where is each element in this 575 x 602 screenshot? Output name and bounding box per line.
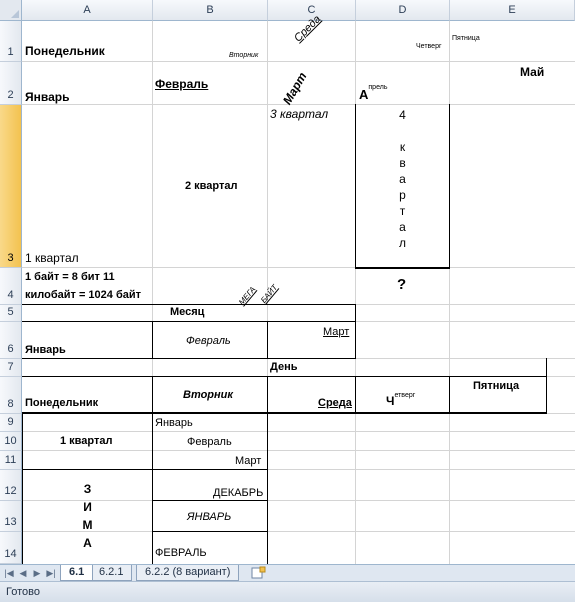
first-sheet-icon[interactable]: |◀ bbox=[3, 567, 15, 579]
next-sheet-icon[interactable]: ▶ bbox=[31, 567, 43, 579]
sheet-tab-6-2-1[interactable]: 6.2.1 bbox=[90, 565, 133, 581]
column-header-b[interactable]: B bbox=[153, 0, 268, 21]
row-header-12[interactable]: 12 bbox=[0, 470, 22, 501]
zima-letter: М bbox=[82, 518, 93, 532]
select-all-corner[interactable] bbox=[0, 0, 22, 21]
cell-b6[interactable]: Февраль bbox=[186, 335, 231, 347]
row-header-6[interactable]: 6 bbox=[0, 322, 22, 359]
zima-letter: З bbox=[83, 482, 92, 496]
cell-a8[interactable]: Понедельник bbox=[25, 397, 98, 409]
cell-d8-rest: етверг bbox=[394, 392, 416, 399]
cell-c2[interactable]: Март bbox=[280, 70, 310, 107]
row-header-4[interactable]: 4 bbox=[0, 268, 22, 305]
cell-a7-merged[interactable]: День bbox=[270, 361, 298, 373]
cell-c4-bait[interactable]: БАЙТ bbox=[259, 283, 279, 305]
cell-b9[interactable]: Январь bbox=[155, 417, 193, 429]
column-header-e[interactable]: E bbox=[450, 0, 575, 21]
cell-e2[interactable]: Май bbox=[520, 65, 544, 79]
cell-d3-letter: л bbox=[398, 236, 406, 250]
column-header-d[interactable]: D bbox=[356, 0, 450, 21]
cell-a1[interactable]: Понедельник bbox=[25, 44, 105, 58]
cell-b3[interactable]: 2 квартал bbox=[185, 180, 237, 192]
cell-e1[interactable]: Пятница bbox=[452, 35, 480, 42]
cell-a12-merged[interactable]: З И М А bbox=[23, 480, 152, 552]
cell-d3-letter: а bbox=[399, 172, 406, 186]
cell-d8[interactable]: Четверг bbox=[386, 392, 416, 408]
row-header-14[interactable]: 14 bbox=[0, 532, 22, 564]
sheet-tab-bar: |◀ ◀ ▶ ▶| 6.1 6.2.1 6.2.2 (8 вариант) bbox=[0, 564, 575, 581]
sheet-tab-6-2-2[interactable]: 6.2.2 (8 вариант) bbox=[136, 565, 240, 581]
cell-d3[interactable]: 4 к в а р т а л bbox=[356, 107, 449, 251]
cell-c6[interactable]: Март bbox=[323, 326, 349, 338]
cell-b2[interactable]: Февраль bbox=[155, 77, 208, 91]
row-header-2[interactable]: 2 bbox=[0, 62, 22, 105]
row-header-1[interactable]: 1 bbox=[0, 21, 22, 62]
cell-d3-letter: к bbox=[399, 140, 406, 154]
cell-c8[interactable]: Среда bbox=[318, 397, 352, 409]
cell-a2[interactable]: Январь bbox=[25, 90, 69, 104]
cell-d3-letter: а bbox=[399, 220, 406, 234]
cell-b11[interactable]: Март bbox=[235, 455, 261, 467]
row-header-3[interactable]: 3 bbox=[0, 105, 22, 268]
last-sheet-icon[interactable]: ▶| bbox=[45, 567, 57, 579]
zima-letter: И bbox=[83, 500, 92, 514]
cell-c3[interactable]: 3 квартал bbox=[270, 107, 328, 121]
cell-d2-rest: прель bbox=[368, 84, 388, 91]
prev-sheet-icon[interactable]: ◀ bbox=[17, 567, 29, 579]
cell-b14[interactable]: ФЕВРАЛЬ bbox=[155, 547, 207, 559]
cell-e8[interactable]: Пятница bbox=[473, 380, 519, 392]
cell-a9-merged[interactable]: 1 квартал bbox=[60, 435, 112, 447]
status-bar: Готово bbox=[0, 581, 575, 602]
cell-d3-letter: т bbox=[399, 204, 406, 218]
cell-a4-line1[interactable]: 1 байт = 8 бит 11 bbox=[25, 271, 115, 283]
cell-d3-letter: в bbox=[399, 156, 406, 170]
status-text: Готово bbox=[6, 586, 40, 598]
row-header-13[interactable]: 13 bbox=[0, 501, 22, 532]
cell-a3[interactable]: 1 квартал bbox=[25, 251, 79, 265]
cell-b8[interactable]: Вторник bbox=[183, 389, 233, 401]
row-header-9[interactable]: 9 bbox=[0, 414, 22, 432]
cell-d3-letter: р bbox=[399, 188, 406, 202]
cell-d2-cap: А bbox=[359, 87, 369, 102]
row-header-8[interactable]: 8 bbox=[0, 377, 22, 414]
sheet-tab-6-1[interactable]: 6.1 bbox=[60, 565, 94, 581]
cell-a6[interactable]: Январь bbox=[25, 344, 66, 356]
cell-d3-letter bbox=[356, 123, 449, 139]
cell-d4[interactable]: ? bbox=[397, 276, 406, 293]
cell-b12[interactable]: ДЕКАБРЬ bbox=[213, 487, 263, 499]
cell-b10[interactable]: Февраль bbox=[187, 436, 232, 448]
row-header-5[interactable]: 5 bbox=[0, 305, 22, 322]
cell-a5-merged[interactable]: Месяц bbox=[170, 306, 204, 318]
row-header-11[interactable]: 11 bbox=[0, 451, 22, 470]
cell-a4-line2[interactable]: килобайт = 1024 байт bbox=[25, 289, 141, 301]
cell-d2[interactable]: Апрель bbox=[359, 84, 388, 102]
zima-letter: А bbox=[83, 536, 92, 550]
cell-b1[interactable]: Вторник bbox=[229, 52, 258, 59]
cell-d1[interactable]: Четверг bbox=[416, 43, 442, 50]
row-header-10[interactable]: 10 bbox=[0, 432, 22, 451]
insert-sheet-icon[interactable] bbox=[250, 566, 268, 580]
cell-b13[interactable]: ЯНВАРЬ bbox=[187, 511, 231, 523]
cell-d3-letter: 4 bbox=[399, 108, 406, 122]
row-header-7[interactable]: 7 bbox=[0, 359, 22, 377]
column-header-a[interactable]: A bbox=[22, 0, 153, 21]
